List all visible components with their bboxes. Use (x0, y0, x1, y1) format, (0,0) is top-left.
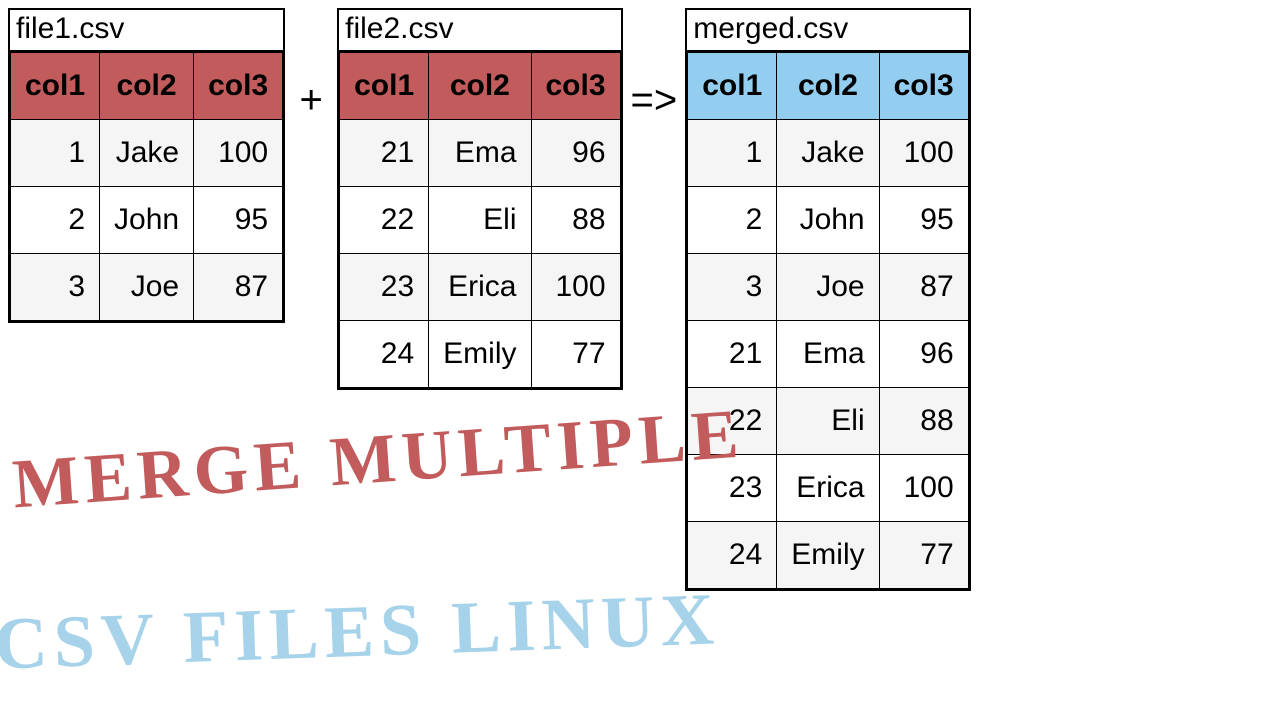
overlay-text-blue: CSV FILES LINUX (0, 577, 721, 687)
table-merged: merged.csv col1 col2 col3 1 Jake 100 2 J… (685, 8, 970, 591)
cell: 1 (11, 120, 100, 187)
cell: Emily (429, 321, 531, 388)
table-row: 24 Emily 77 (340, 321, 620, 388)
cell: 23 (340, 254, 429, 321)
data-table: col1 col2 col3 21 Ema 96 22 Eli 88 23 Er… (339, 52, 620, 388)
col-header: col1 (340, 53, 429, 120)
table-file1: file1.csv col1 col2 col3 1 Jake 100 2 Jo… (8, 8, 285, 323)
cell: 24 (340, 321, 429, 388)
cell: Joe (777, 254, 879, 321)
data-table: col1 col2 col3 1 Jake 100 2 John 95 3 Jo… (687, 52, 968, 589)
table-row: 2 John 95 (11, 187, 283, 254)
table-file2: file2.csv col1 col2 col3 21 Ema 96 22 El… (337, 8, 622, 390)
table-title: file1.csv (10, 10, 283, 52)
cell: 21 (340, 120, 429, 187)
cell: Ema (777, 321, 879, 388)
cell: 77 (879, 522, 968, 589)
cell: 100 (194, 120, 283, 187)
cell: 100 (879, 120, 968, 187)
cell: Jake (100, 120, 194, 187)
table-row: 3 Joe 87 (688, 254, 968, 321)
cell: 2 (11, 187, 100, 254)
col-header: col2 (100, 53, 194, 120)
cell: Erica (429, 254, 531, 321)
col-header: col3 (194, 53, 283, 120)
plus-operator: + (293, 8, 329, 123)
cell: Eli (777, 388, 879, 455)
cell: Jake (777, 120, 879, 187)
table-row: 2 John 95 (688, 187, 968, 254)
arrow-operator: => (631, 8, 678, 123)
cell: 96 (879, 321, 968, 388)
data-table: col1 col2 col3 1 Jake 100 2 John 95 3 Jo… (10, 52, 283, 321)
cell: Eli (429, 187, 531, 254)
cell: 22 (340, 187, 429, 254)
cell: Joe (100, 254, 194, 321)
table-row: 21 Ema 96 (340, 120, 620, 187)
col-header: col2 (429, 53, 531, 120)
cell: John (777, 187, 879, 254)
cell: 3 (11, 254, 100, 321)
table-row: 22 Eli 88 (340, 187, 620, 254)
table-title: merged.csv (687, 10, 968, 52)
table-row: 21 Ema 96 (688, 321, 968, 388)
cell: 2 (688, 187, 777, 254)
cell: 87 (879, 254, 968, 321)
cell: Erica (777, 455, 879, 522)
col-header: col3 (531, 53, 620, 120)
col-header: col2 (777, 53, 879, 120)
cell: Ema (429, 120, 531, 187)
cell: 88 (879, 388, 968, 455)
cell: 87 (194, 254, 283, 321)
col-header: col3 (879, 53, 968, 120)
cell: 1 (688, 120, 777, 187)
table-title: file2.csv (339, 10, 620, 52)
cell: 95 (879, 187, 968, 254)
cell: 3 (688, 254, 777, 321)
cell: 77 (531, 321, 620, 388)
cell: Emily (777, 522, 879, 589)
table-row: 23 Erica 100 (340, 254, 620, 321)
cell: 96 (531, 120, 620, 187)
cell: John (100, 187, 194, 254)
table-row: 3 Joe 87 (11, 254, 283, 321)
table-row: 1 Jake 100 (688, 120, 968, 187)
table-row: 24 Emily 77 (688, 522, 968, 589)
cell: 100 (531, 254, 620, 321)
cell: 100 (879, 455, 968, 522)
cell: 21 (688, 321, 777, 388)
cell: 95 (194, 187, 283, 254)
col-header: col1 (688, 53, 777, 120)
cell: 88 (531, 187, 620, 254)
table-row: 1 Jake 100 (11, 120, 283, 187)
col-header: col1 (11, 53, 100, 120)
